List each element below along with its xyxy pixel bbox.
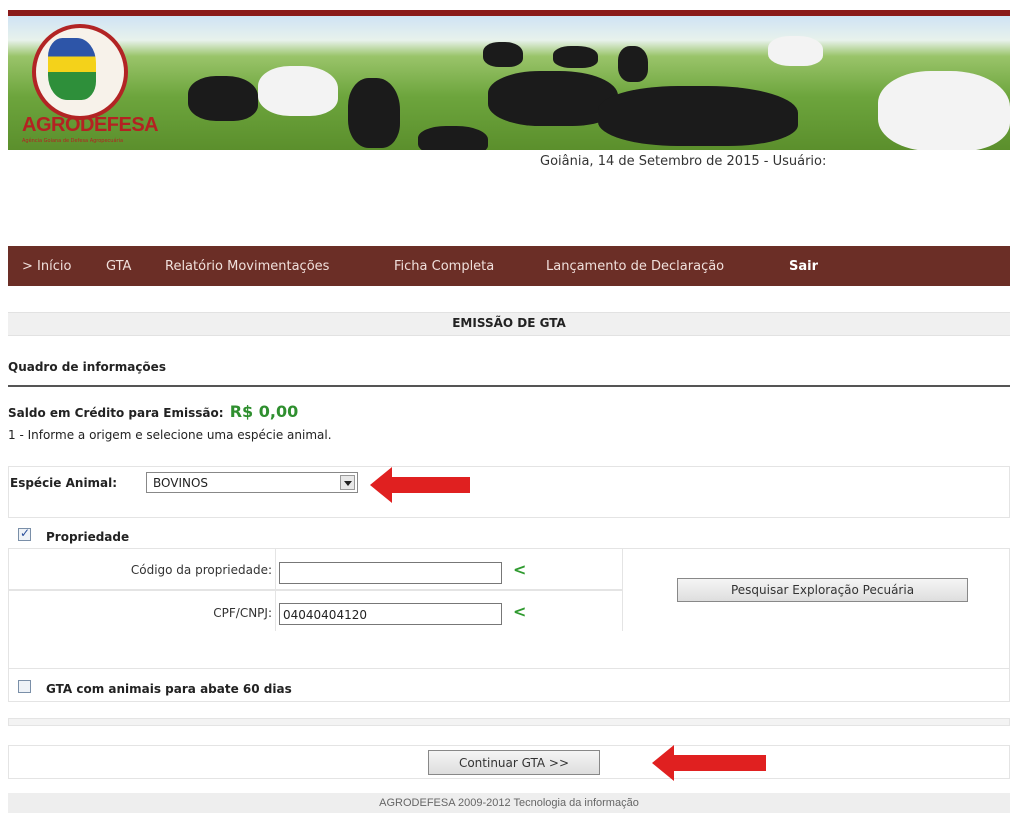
empty-row <box>8 631 1010 669</box>
form-row-divider <box>8 589 623 591</box>
divider <box>8 385 1010 387</box>
banner-cow <box>553 46 598 68</box>
search-exploracao-button[interactable]: Pesquisar Exploração Pecuária <box>677 578 968 602</box>
annotation-arrow-left-icon <box>652 745 766 781</box>
banner-cow <box>618 46 648 82</box>
banner-cow <box>188 76 258 121</box>
annotation-arrow-left-icon <box>370 467 470 503</box>
chevron-left-icon: < <box>513 560 527 579</box>
goias-map-icon <box>48 38 96 100</box>
banner-cow <box>418 126 488 150</box>
banner-cow <box>768 36 823 66</box>
credit-balance-label: Saldo em Crédito para Emissão: <box>8 406 224 420</box>
species-select-value: BOVINOS <box>153 476 209 490</box>
cpf-cnpj-input[interactable]: 04040404120 <box>279 603 502 625</box>
nav-item-ficha-completa[interactable]: Ficha Completa <box>394 259 494 274</box>
nav-item-gta[interactable]: GTA <box>106 259 131 274</box>
date-user-line: Goiânia, 14 de Setembro de 2015 - Usuári… <box>540 154 827 169</box>
nav-item-inicio[interactable]: > Início <box>22 259 71 274</box>
credit-balance: Saldo em Crédito para Emissão: R$ 0,00 <box>8 402 298 421</box>
banner-cow <box>598 86 798 146</box>
agrodefesa-logo: AGRODEFESA Agência Goiana de Defesa Agro… <box>22 22 159 148</box>
page-title: EMISSÃO DE GTA <box>452 316 566 330</box>
header-banner: AGRODEFESA Agência Goiana de Defesa Agro… <box>8 16 1010 150</box>
page-title-bar: EMISSÃO DE GTA <box>8 312 1010 336</box>
footer: AGRODEFESA 2009-2012 Tecnologia da infor… <box>8 793 1010 813</box>
separator-bar <box>8 718 1010 726</box>
nav-item-relatorio-movimentacoes[interactable]: Relatório Movimentações <box>165 259 329 274</box>
chevron-down-icon[interactable] <box>340 475 355 490</box>
banner-cow <box>258 66 338 116</box>
logo-text: AGRODEFESA <box>22 114 159 136</box>
species-select[interactable]: BOVINOS <box>146 472 358 493</box>
codigo-propriedade-input[interactable] <box>279 562 502 584</box>
instruction-text: 1 - Informe a origem e selecione uma esp… <box>8 428 332 442</box>
chevron-left-icon: < <box>513 602 527 621</box>
nav-item-lancamento-declaracao[interactable]: Lançamento de Declaração <box>546 259 724 274</box>
abate-label: GTA com animais para abate 60 dias <box>46 682 292 696</box>
nav-item-sair[interactable]: Sair <box>789 259 818 274</box>
abate-checkbox[interactable] <box>18 680 31 693</box>
main-nav: > Início GTA Relatório Movimentações Fic… <box>8 246 1010 286</box>
footer-text: AGRODEFESA 2009-2012 Tecnologia da infor… <box>379 797 639 809</box>
banner-cow <box>483 42 523 67</box>
credit-balance-value: R$ 0,00 <box>229 402 299 421</box>
propriedade-checkbox[interactable] <box>18 526 31 541</box>
logo-subtitle: Agência Goiana de Defesa Agropecuária <box>22 138 124 144</box>
continue-gta-button[interactable]: Continuar GTA >> <box>428 750 600 775</box>
info-heading: Quadro de informações <box>8 360 166 374</box>
banner-cow <box>348 78 400 148</box>
cpf-cnpj-label: CPF/CNPJ: <box>213 606 272 620</box>
propriedade-label: Propriedade <box>46 530 130 544</box>
banner-cow <box>878 71 1010 150</box>
species-label: Espécie Animal: <box>10 476 118 490</box>
codigo-propriedade-label: Código da propriedade: <box>130 563 272 577</box>
